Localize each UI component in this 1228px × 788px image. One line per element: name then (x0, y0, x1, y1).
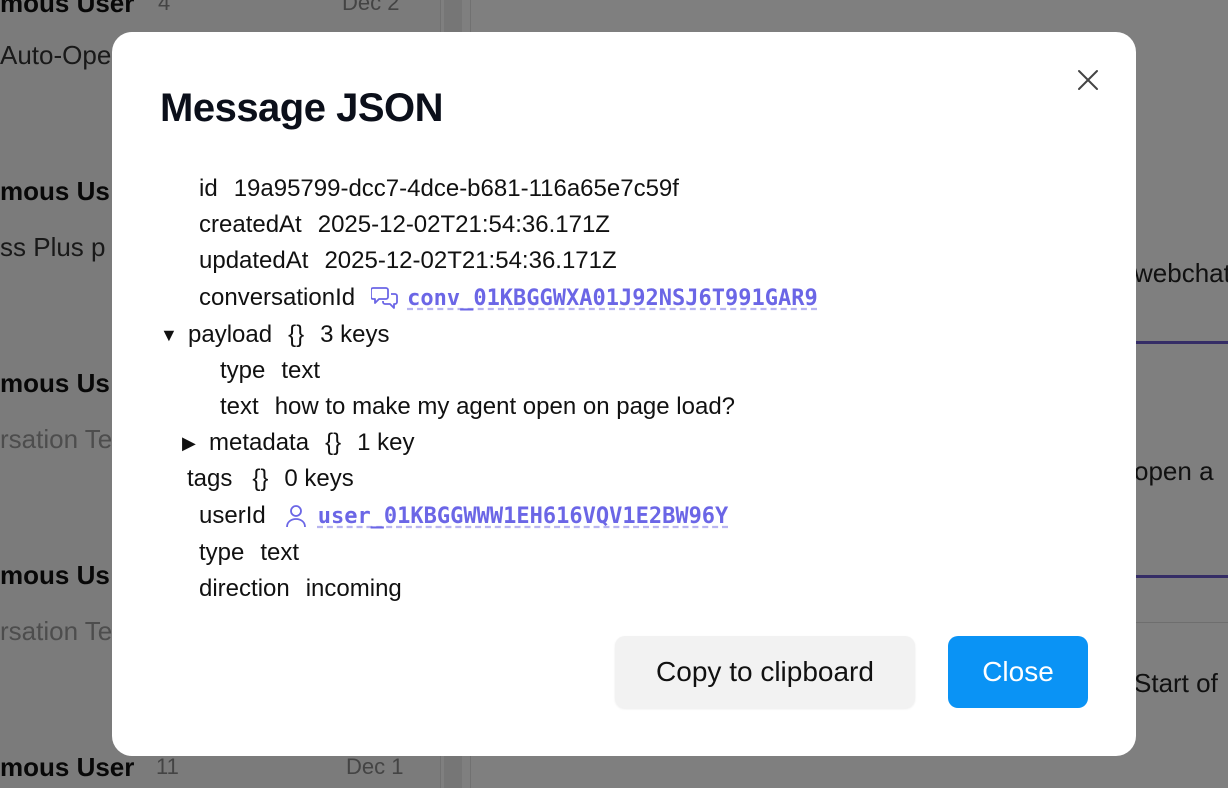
json-row-type: type text (199, 535, 299, 571)
json-braces: {} (252, 465, 269, 492)
chat-bubbles-icon (371, 284, 399, 312)
json-key: conversationId (199, 284, 356, 311)
json-key-count: 3 keys (320, 321, 390, 348)
caret-right-icon: ▶ (182, 432, 196, 453)
json-row-payload[interactable]: ▼ payload {} 3 keys (160, 317, 389, 353)
json-value: 2025-12-02T21:54:36.171Z (324, 247, 617, 274)
json-key: id (199, 175, 218, 202)
json-key: payload (188, 321, 273, 348)
copy-to-clipboard-button[interactable]: Copy to clipboard (615, 636, 915, 708)
json-row-payload-type: type text (220, 353, 320, 389)
json-value: 2025-12-02T21:54:36.171Z (317, 211, 610, 238)
close-button[interactable]: Close (948, 636, 1088, 708)
json-value: 19a95799-dcc7-4dce-b681-116a65e7c59f (233, 175, 679, 202)
json-key: createdAt (199, 211, 302, 238)
user-icon (282, 502, 310, 530)
json-row-direction: direction incoming (199, 571, 402, 607)
json-value: text (260, 539, 300, 566)
json-row-userId: userId user_01KBGGWWW1EH616VQV1E2BW96Y (199, 498, 728, 534)
json-key: type (199, 539, 245, 566)
json-key: metadata (209, 429, 310, 456)
json-key: userId (199, 502, 266, 529)
json-row-payload-text: text how to make my agent open on page l… (220, 389, 735, 425)
json-value: text (281, 357, 321, 384)
json-row-conversationId: conversationId conv_01KBGGWXA01J92NSJ6T9… (199, 280, 818, 316)
user-id-link[interactable]: user_01KBGGWWW1EH616VQV1E2BW96Y (318, 504, 729, 529)
json-key: text (220, 393, 259, 420)
json-key: direction (199, 575, 290, 602)
json-key: tags (187, 465, 233, 492)
json-row-updatedAt: updatedAt 2025-12-02T21:54:36.171Z (199, 243, 617, 279)
json-key: updatedAt (199, 247, 309, 274)
json-braces: {} (325, 429, 342, 456)
json-braces: {} (288, 321, 305, 348)
close-icon[interactable] (1074, 66, 1102, 94)
json-key-count: 1 key (357, 429, 415, 456)
json-row-metadata[interactable]: ▶ metadata {} 1 key (182, 425, 414, 461)
json-value: how to make my agent open on page load? (274, 393, 736, 420)
json-key-count: 0 keys (284, 465, 354, 492)
dialog-title: Message JSON (160, 86, 444, 130)
json-row-id: id 19a95799-dcc7-4dce-b681-116a65e7c59f (199, 171, 679, 207)
conversation-id-link[interactable]: conv_01KBGGWXA01J92NSJ6T991GAR9 (407, 286, 818, 311)
json-key: type (220, 357, 266, 384)
message-json-dialog: Message JSON id 19a95799-dcc7-4dce-b681-… (112, 32, 1136, 756)
caret-down-icon: ▼ (160, 324, 178, 345)
json-row-tags: tags {} 0 keys (187, 461, 354, 497)
json-row-createdAt: createdAt 2025-12-02T21:54:36.171Z (199, 207, 610, 243)
json-value: incoming (305, 575, 402, 602)
